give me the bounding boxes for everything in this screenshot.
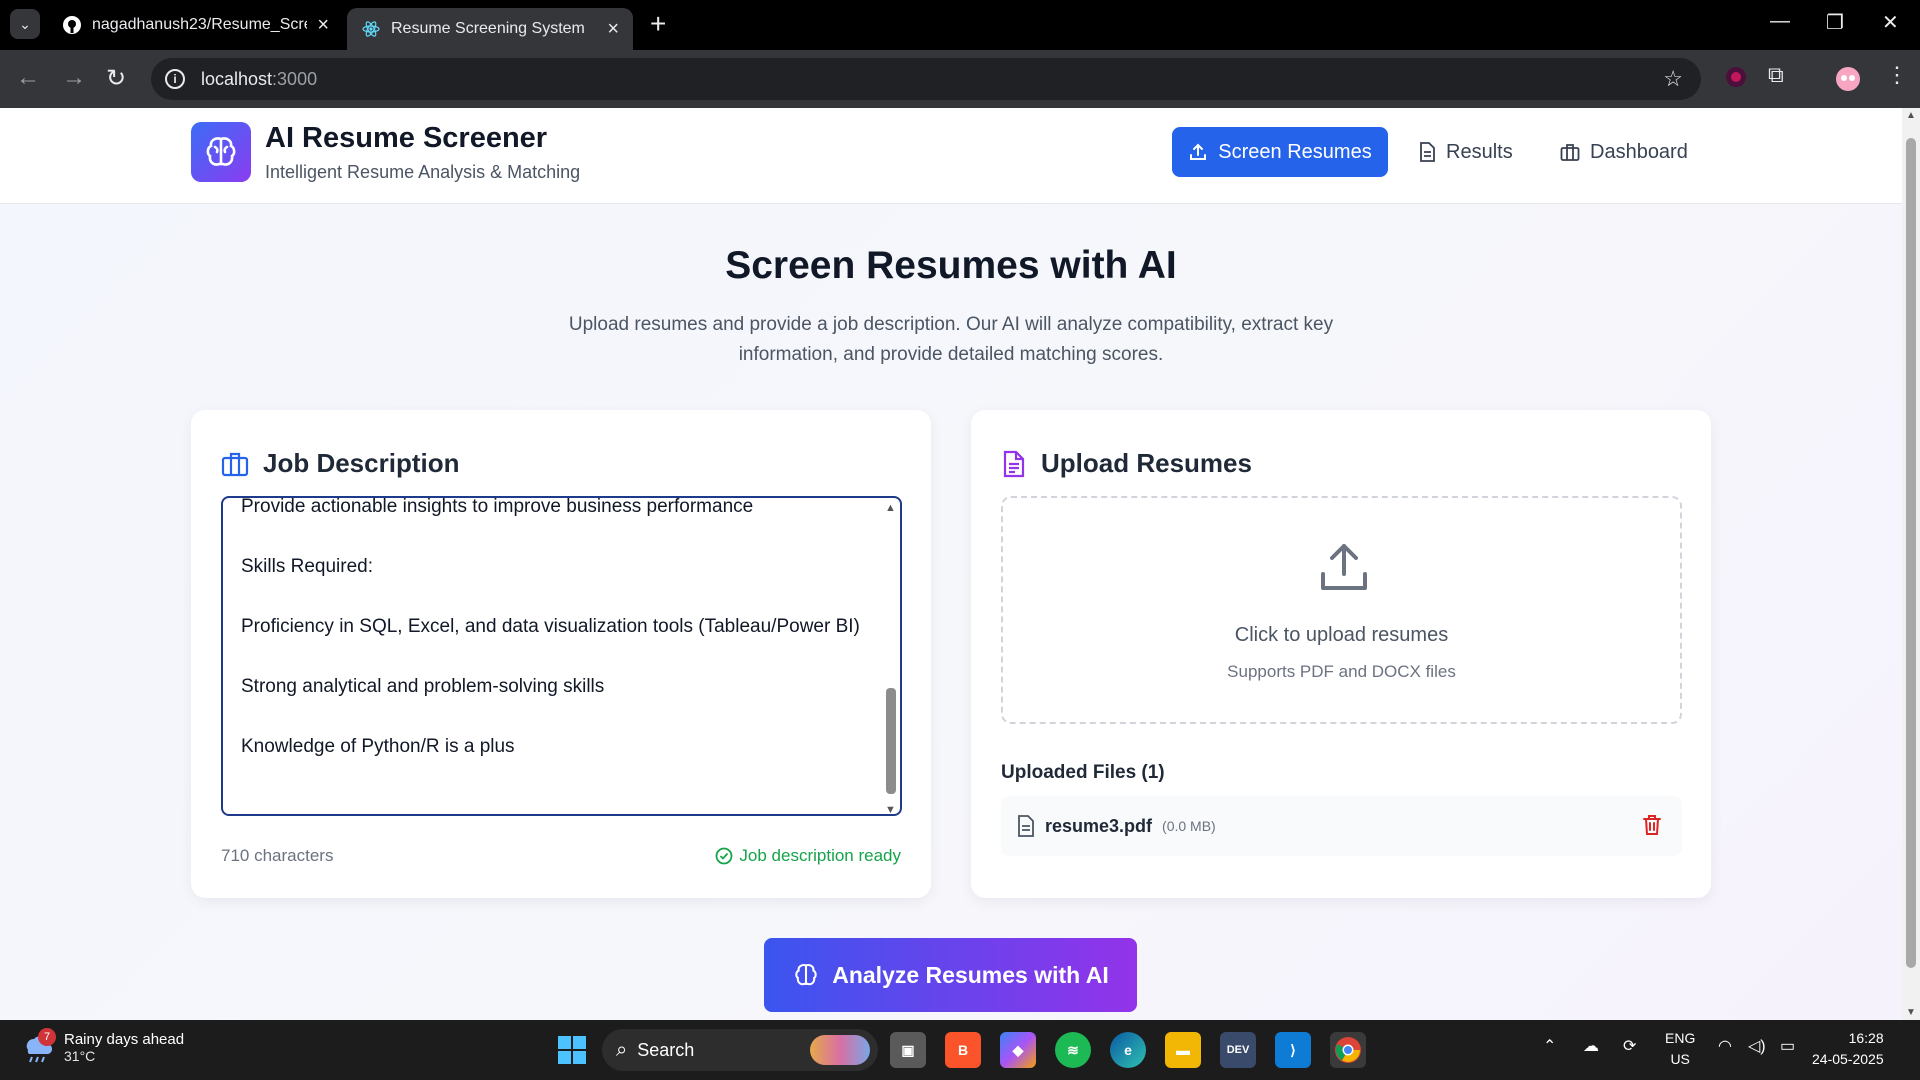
page-subtitle: Upload resumes and provide a job descrip… [568, 314, 1334, 365]
close-tab-icon[interactable]: × [317, 14, 329, 37]
resume-dropzone[interactable]: Click to upload resumes Supports PDF and… [1001, 496, 1682, 724]
taskbar-search[interactable]: ⌕ Search [602, 1029, 878, 1071]
spotify-icon[interactable]: ≋ [1055, 1032, 1091, 1068]
file-explorer-icon[interactable]: ▬ [1165, 1032, 1201, 1068]
briefcase-icon [221, 452, 249, 476]
app-subtitle: Intelligent Resume Analysis & Matching [265, 162, 581, 182]
new-tab-icon[interactable]: + [650, 10, 666, 38]
tab-title: nagadhanush23/Resume_Scree [92, 16, 308, 33]
uploaded-files-title: Uploaded Files (1) [1001, 762, 1165, 783]
uploaded-file-item: resume3.pdf (0.0 MB) [1001, 796, 1682, 856]
job-description-text: Provide actionable insights to improve b… [241, 496, 860, 757]
copilot-icon[interactable]: ◆ [1000, 1032, 1036, 1068]
page-scrollbar[interactable]: ▲ ▼ [1902, 108, 1920, 1020]
browser-menu-icon[interactable]: ⋮ [1886, 62, 1908, 88]
app-title: AI Resume Screener [265, 122, 548, 154]
windows-start-icon[interactable] [554, 1032, 590, 1068]
tab-search-button[interactable]: ⌄ [10, 9, 40, 39]
browser-tab-github[interactable]: nagadhanush23/Resume_Scree × [48, 8, 343, 42]
github-icon [62, 15, 82, 35]
site-info-icon[interactable]: i [165, 69, 185, 89]
job-description-heading: Job Description [221, 448, 459, 479]
dropzone-label: Click to upload resumes [1234, 624, 1449, 646]
upload-icon [1190, 143, 1207, 160]
browser-tab-active[interactable]: Resume Screening System × [347, 8, 633, 50]
nav-dashboard-link[interactable]: Dashboard [1560, 127, 1688, 177]
trash-icon[interactable] [1642, 814, 1662, 836]
onedrive-icon[interactable]: ☁ [1583, 1036, 1599, 1056]
file-size: (0.0 MB) [1162, 818, 1216, 834]
page-title: Screen Resumes with AI [725, 244, 1177, 287]
browser-tab-bar: ⌄ nagadhanush23/Resume_Scree × Resume Sc… [0, 0, 1920, 50]
tray-overflow-icon[interactable]: ⌃ [1543, 1036, 1556, 1056]
edge-icon[interactable]: e [1110, 1032, 1146, 1068]
minimize-icon[interactable]: — [1770, 10, 1790, 33]
app-page: AI Resume Screener Intelligent Resume An… [0, 108, 1902, 1020]
nav-screen-resumes-button[interactable]: Screen Resumes [1172, 127, 1388, 177]
page-scrollbar-thumb[interactable] [1906, 138, 1916, 968]
nav-results-label: Results [1446, 140, 1513, 163]
dev-home-icon[interactable]: DEV [1220, 1032, 1256, 1068]
windows-taskbar: Rainy days ahead 31°C 7 ⌕ Search ▣ B ◆ ≋… [0, 1020, 1920, 1080]
upload-icon [1321, 544, 1367, 590]
close-window-icon[interactable]: ✕ [1882, 10, 1899, 35]
document-icon [1420, 142, 1435, 162]
search-highlight-icon [810, 1035, 870, 1065]
extension-icon[interactable] [1725, 66, 1747, 93]
wifi-icon[interactable]: ◠ [1718, 1036, 1732, 1056]
bookmark-star-icon[interactable]: ☆ [1663, 66, 1683, 92]
vscode-icon[interactable]: ⟩ [1275, 1032, 1311, 1068]
file-name: resume3.pdf [1045, 815, 1153, 836]
brave-icon[interactable]: B [945, 1032, 981, 1068]
analyze-resumes-button[interactable]: Analyze Resumes with AI [764, 938, 1137, 1012]
file-text-icon [1003, 450, 1025, 477]
task-view-icon[interactable]: ▣ [890, 1032, 926, 1068]
forward-icon[interactable]: → [62, 64, 86, 92]
check-circle-icon [716, 847, 733, 865]
character-count: 710 characters [221, 846, 334, 865]
sync-icon[interactable]: ⟳ [1623, 1036, 1636, 1056]
app-header: AI Resume Screener Intelligent Resume An… [0, 108, 1902, 204]
address-bar[interactable]: i localhost:3000 ☆ [151, 58, 1701, 100]
job-description-status: Job description ready [715, 846, 901, 866]
job-description-textarea[interactable]: Provide actionable insights to improve b… [221, 496, 902, 816]
react-icon [361, 19, 381, 39]
nav-dashboard-label: Dashboard [1590, 140, 1688, 163]
url-text: localhost:3000 [201, 68, 318, 89]
file-icon [1018, 815, 1034, 837]
language-indicator[interactable]: ENG US [1665, 1028, 1695, 1070]
browser-toolbar: ← → ↻ i localhost:3000 ☆ ⧉ ⋮ [0, 50, 1920, 108]
battery-icon[interactable]: ▭ [1780, 1036, 1795, 1056]
weather-badge: 7 [38, 1028, 56, 1046]
close-tab-icon[interactable]: × [607, 18, 619, 41]
nav-screen-resumes-label: Screen Resumes [1218, 140, 1372, 163]
dropzone-hint: Supports PDF and DOCX files [1227, 662, 1456, 681]
brain-logo-icon [191, 122, 251, 182]
job-description-card: Job Description Provide actionable insig… [191, 410, 931, 898]
weather-title: Rainy days ahead [64, 1030, 185, 1048]
system-clock[interactable]: 16:28 24-05-2025 [1812, 1028, 1884, 1070]
extensions-puzzle-icon[interactable]: ⧉ [1768, 62, 1784, 88]
restore-icon[interactable]: ❐ [1826, 10, 1844, 35]
profile-avatar[interactable] [1835, 66, 1861, 97]
chrome-icon[interactable] [1330, 1032, 1366, 1068]
textarea-scrollbar[interactable]: ▲ ▼ [884, 502, 898, 814]
volume-icon[interactable]: ◁) [1748, 1036, 1766, 1056]
reload-icon[interactable]: ↻ [106, 64, 126, 93]
weather-temp: 31°C [64, 1047, 96, 1064]
tab-title: Resume Screening System [391, 20, 585, 37]
upload-resumes-heading: Upload Resumes [1001, 448, 1252, 479]
brain-icon [795, 964, 817, 986]
upload-resumes-card: Upload Resumes Click to upload resumes S… [971, 410, 1711, 898]
back-icon[interactable]: ← [16, 64, 40, 92]
briefcase-icon [1560, 144, 1580, 161]
search-icon: ⌕ [616, 1038, 628, 1061]
nav-results-link[interactable]: Results [1418, 127, 1513, 177]
